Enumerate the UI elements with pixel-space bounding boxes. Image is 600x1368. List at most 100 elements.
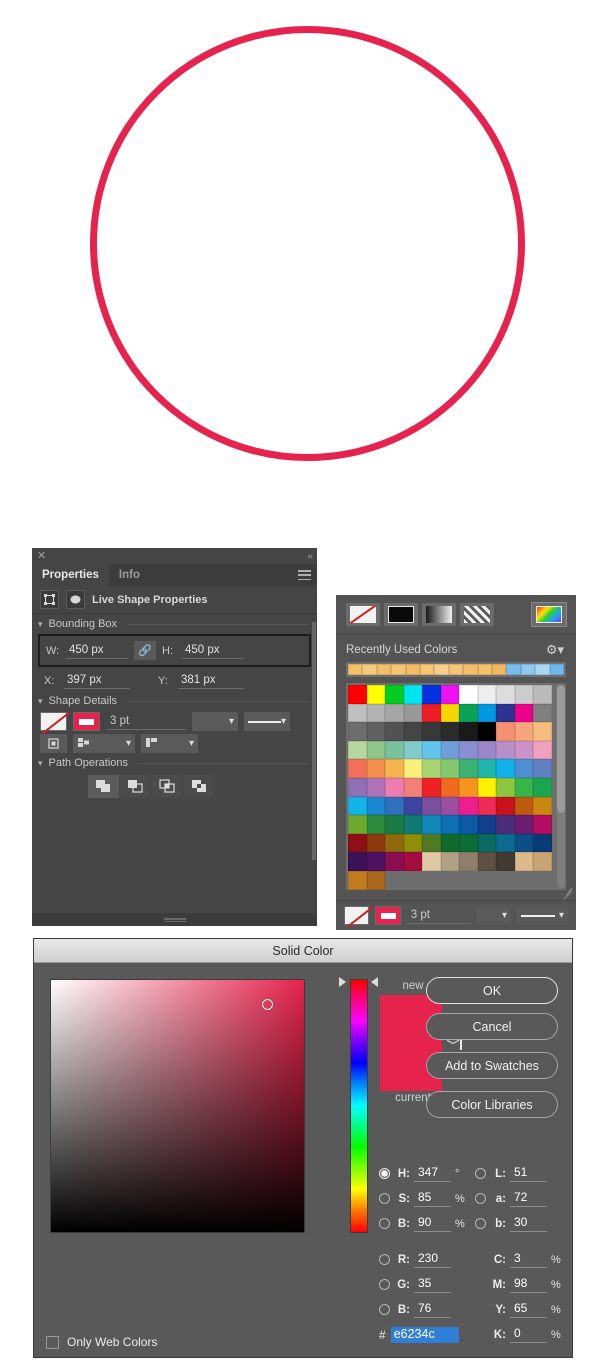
color-swatch[interactable] — [440, 740, 460, 760]
color-swatch[interactable] — [514, 777, 534, 797]
color-swatch[interactable] — [459, 685, 478, 704]
recent-color-swatch[interactable] — [549, 664, 565, 675]
footer-stroke-swatch[interactable] — [375, 906, 401, 925]
hsb-row-h[interactable]: H: 347 ° — [379, 1161, 475, 1186]
footer-stroke-width[interactable]: 3 pt — [406, 907, 471, 924]
hex-input[interactable]: e6234c — [390, 1326, 459, 1343]
swatches-scrollbar[interactable] — [557, 685, 565, 888]
color-swatch[interactable] — [422, 815, 441, 834]
recent-color-swatch[interactable] — [391, 664, 406, 675]
radio-lab-b[interactable] — [475, 1218, 486, 1229]
color-swatch[interactable] — [477, 703, 497, 723]
stroke-caps-dropdown[interactable]: ▾ — [73, 734, 135, 753]
color-swatch[interactable] — [496, 852, 515, 871]
color-swatch[interactable] — [348, 815, 367, 834]
recent-color-swatch[interactable] — [448, 664, 464, 675]
color-swatch[interactable] — [459, 852, 478, 871]
color-swatch[interactable] — [459, 740, 478, 760]
color-swatch[interactable] — [514, 815, 534, 834]
cmyk-row-k[interactable]: K: 0 % — [475, 1322, 571, 1347]
x-input[interactable]: 397 px — [64, 673, 130, 689]
fill-swatch[interactable] — [40, 712, 67, 731]
color-swatch[interactable] — [440, 703, 460, 723]
input-a[interactable]: 72 — [510, 1190, 547, 1207]
color-swatch[interactable] — [403, 852, 423, 871]
panel-menu-icon[interactable] — [298, 570, 311, 580]
recent-color-swatch[interactable] — [520, 664, 536, 675]
color-swatch[interactable] — [348, 759, 367, 778]
document-canvas[interactable] — [0, 0, 600, 542]
color-swatch[interactable] — [403, 796, 423, 816]
stroke-style-dropdown[interactable]: ▾ — [244, 712, 290, 731]
saturation-brightness-field[interactable] — [50, 979, 305, 1233]
color-swatch[interactable] — [348, 833, 367, 853]
color-swatch[interactable] — [459, 759, 478, 778]
color-swatch[interactable] — [440, 815, 460, 834]
color-swatch[interactable] — [496, 833, 515, 853]
ellipse-tool-icon[interactable] — [66, 590, 85, 609]
stroke-corners-dropdown[interactable]: ▾ — [141, 734, 198, 753]
color-swatch[interactable] — [366, 777, 386, 797]
input-k[interactable]: 0 — [510, 1326, 547, 1343]
color-swatch[interactable] — [477, 759, 497, 778]
radio-blue[interactable] — [379, 1304, 390, 1315]
color-swatch[interactable] — [533, 703, 552, 723]
section-bounding-box[interactable]: ▾ Bounding Box — [32, 614, 317, 632]
color-swatch[interactable] — [422, 722, 441, 741]
color-swatch[interactable] — [422, 777, 441, 797]
stroke-align-icon[interactable] — [40, 734, 67, 753]
color-swatch[interactable] — [514, 796, 534, 816]
link-icon[interactable]: 🔗 — [134, 641, 156, 660]
color-swatch[interactable] — [533, 815, 552, 834]
recent-color-swatch[interactable] — [477, 664, 493, 675]
no-color-mode-icon[interactable] — [346, 603, 380, 626]
hue-slider[interactable] — [350, 979, 368, 1233]
width-input[interactable]: 450 px — [66, 643, 128, 659]
section-path-operations[interactable]: ▾ Path Operations — [32, 753, 317, 771]
cmyk-row-m[interactable]: M: 98 % — [475, 1272, 571, 1297]
color-swatch[interactable] — [403, 685, 423, 704]
color-swatch[interactable] — [533, 740, 552, 760]
recent-color-swatch[interactable] — [463, 664, 478, 675]
height-input[interactable]: 450 px — [182, 643, 244, 659]
color-swatch[interactable] — [477, 852, 497, 871]
color-swatch[interactable] — [514, 722, 534, 741]
input-h[interactable]: 347 — [414, 1165, 451, 1182]
color-swatch[interactable] — [366, 796, 386, 816]
color-swatch[interactable] — [514, 685, 534, 704]
color-swatch[interactable] — [385, 703, 404, 723]
color-swatch[interactable] — [348, 703, 367, 723]
input-c[interactable]: 3 — [510, 1251, 547, 1268]
hsb-row-b[interactable]: B: 90 % — [379, 1211, 475, 1236]
input-m[interactable]: 98 — [510, 1276, 547, 1293]
color-swatch[interactable] — [385, 815, 404, 834]
recent-color-swatch[interactable] — [348, 664, 363, 675]
color-swatch[interactable] — [533, 685, 552, 704]
color-swatch[interactable] — [422, 852, 441, 871]
hsb-row-s[interactable]: S: 85 % — [379, 1186, 475, 1211]
radio-h[interactable] — [379, 1168, 390, 1179]
recent-colors-strip[interactable] — [346, 662, 566, 677]
recent-color-swatch[interactable] — [535, 664, 550, 675]
color-swatch[interactable] — [496, 777, 515, 797]
color-swatch[interactable] — [366, 833, 386, 853]
footer-fill-swatch[interactable] — [344, 906, 370, 925]
color-swatch[interactable] — [366, 870, 386, 890]
recent-color-swatch[interactable] — [420, 664, 435, 675]
footer-stroke-width-dropdown[interactable]: ▾ — [476, 906, 512, 925]
cmyk-row-c[interactable]: C: 3 % — [475, 1247, 571, 1272]
color-swatch[interactable] — [533, 759, 552, 778]
color-swatch[interactable] — [348, 870, 367, 890]
lab-row-a[interactable]: a: 72 — [475, 1186, 571, 1211]
color-swatch[interactable] — [514, 759, 534, 778]
color-swatch[interactable] — [366, 852, 386, 871]
color-swatch[interactable] — [385, 777, 404, 797]
input-brightness[interactable]: 90 — [414, 1215, 451, 1232]
color-swatch[interactable] — [385, 833, 404, 853]
color-swatch[interactable] — [366, 703, 386, 723]
color-swatch[interactable] — [496, 740, 515, 760]
color-swatch[interactable] — [385, 852, 404, 871]
input-y[interactable]: 65 — [510, 1301, 547, 1318]
recent-color-swatch[interactable] — [405, 664, 421, 675]
color-swatch[interactable] — [477, 796, 497, 816]
